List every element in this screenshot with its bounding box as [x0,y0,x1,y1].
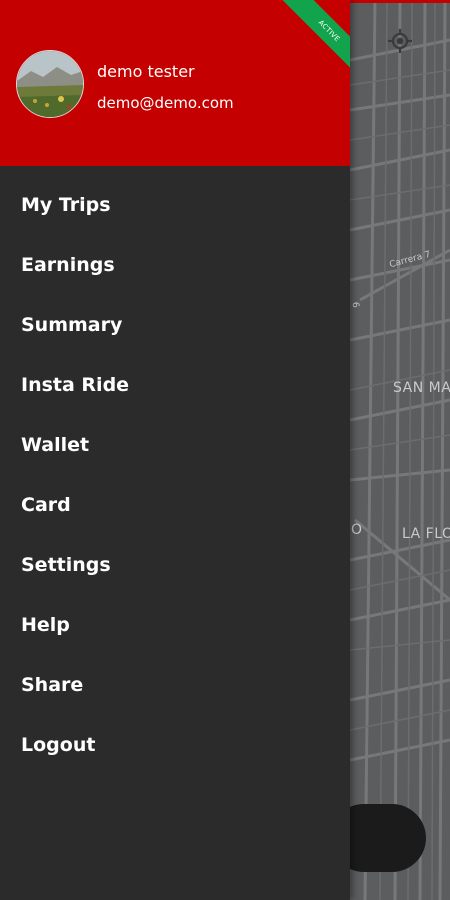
menu-item-share[interactable]: Share [0,646,350,706]
menu-item-insta-ride[interactable]: Insta Ride [0,346,350,406]
menu-item-card[interactable]: Card [0,466,350,526]
drawer-menu: My Trips Earnings Summary Insta Ride Wal… [0,166,350,766]
menu-item-logout[interactable]: Logout [0,706,350,766]
avatar[interactable] [16,50,84,118]
drawer-header: demo tester demo@demo.com ACTIVE [0,0,350,166]
menu-item-my-trips[interactable]: My Trips [0,166,350,226]
user-email: demo@demo.com [97,94,234,112]
map-fragment-label: O [351,522,363,538]
menu-item-help[interactable]: Help [0,586,350,646]
locate-button[interactable] [387,28,421,62]
menu-item-wallet[interactable]: Wallet [0,406,350,466]
menu-item-settings[interactable]: Settings [0,526,350,586]
map-district-label-2: LA FLO [402,526,450,542]
map-district-label: SAN MA [393,380,450,396]
status-badge-container: ACTIVE [260,0,350,90]
user-name: demo tester [97,62,195,81]
avatar-photo-icon [17,51,83,117]
menu-item-earnings[interactable]: Earnings [0,226,350,286]
menu-item-summary[interactable]: Summary [0,286,350,346]
status-badge: ACTIVE [275,0,350,85]
navigation-drawer: demo tester demo@demo.com ACTIVE My Trip… [0,0,350,900]
